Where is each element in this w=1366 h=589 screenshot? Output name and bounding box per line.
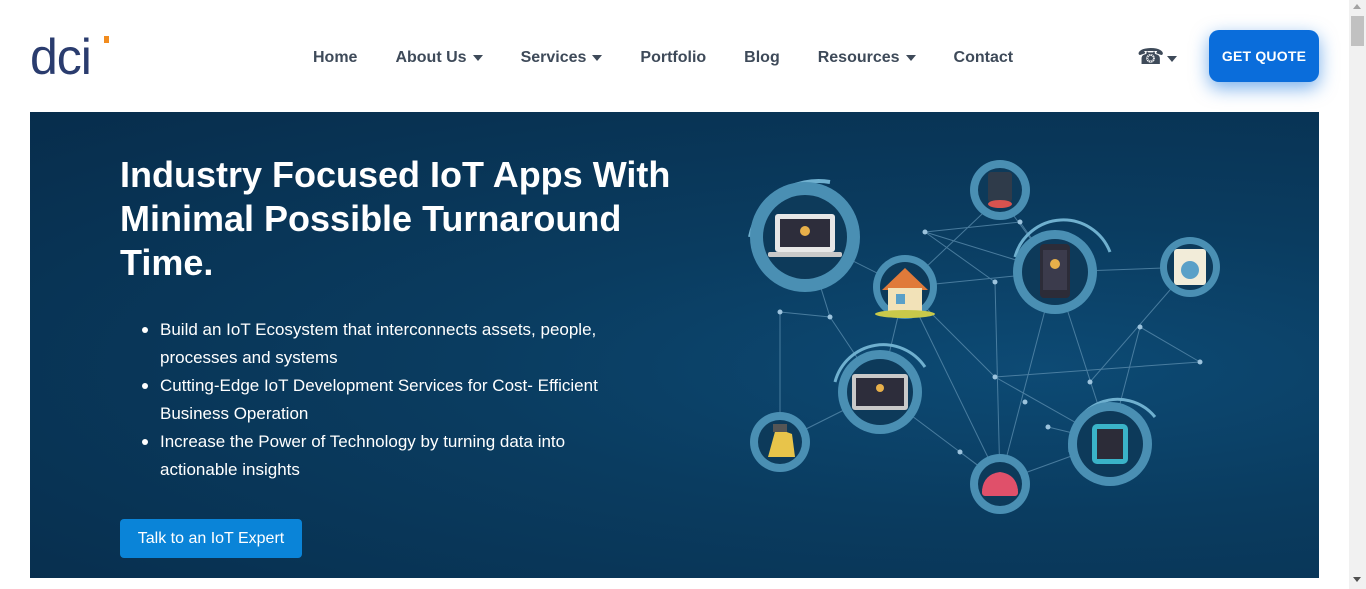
logo-text: dci — [30, 30, 91, 82]
nav-home[interactable]: Home — [313, 49, 357, 67]
nav-label: Services — [520, 49, 587, 66]
nav-services[interactable]: Services — [521, 49, 603, 67]
washing-machine-node-icon — [1160, 237, 1220, 297]
list-item: Increase the Power of Technology by turn… — [142, 428, 630, 484]
logo-accent — [104, 36, 109, 43]
scroll-down-arrow-icon[interactable] — [1353, 577, 1361, 582]
talk-to-expert-button[interactable]: Talk to an IoT Expert — [120, 519, 302, 558]
nav-resources[interactable]: Resources — [818, 49, 916, 67]
iron-node-icon — [750, 412, 810, 472]
coffee-machine-node-icon — [970, 160, 1030, 220]
dci-logo[interactable]: dci — [30, 30, 114, 82]
nav-label: Blog — [744, 49, 780, 66]
site-header: dci Home About Us Services Portfolio Blo… — [0, 0, 1349, 112]
list-item: Build an IoT Ecosystem that interconnect… — [142, 316, 630, 372]
house-node-icon — [873, 255, 937, 319]
caret-down-icon — [472, 55, 483, 61]
smartphone-node-icon — [1013, 218, 1112, 314]
hero-title: Industry Focused IoT Apps With Minimal P… — [120, 154, 671, 283]
nav-label: Portfolio — [640, 49, 707, 66]
hero-bullet-list: Build an IoT Ecosystem that interconnect… — [142, 316, 630, 484]
car-node-icon — [970, 454, 1030, 514]
nav-label: About Us — [395, 49, 467, 66]
phone-dropdown[interactable]: ☎ — [1137, 44, 1178, 69]
caret-down-icon — [905, 55, 916, 61]
smartwatch-node-icon — [1068, 397, 1157, 486]
get-quote-button[interactable]: GET QUOTE — [1209, 30, 1319, 82]
page-scrollbar[interactable] — [1349, 0, 1366, 589]
scroll-up-arrow-icon[interactable] — [1353, 4, 1361, 9]
nav-label: Contact — [953, 49, 1014, 66]
scroll-thumb[interactable] — [1351, 16, 1364, 46]
nav-label: Resources — [817, 49, 900, 66]
nav-blog[interactable]: Blog — [744, 49, 780, 67]
phone-icon: ☎ — [1137, 44, 1165, 69]
tablet-node-icon — [833, 343, 927, 434]
nav-about-us[interactable]: About Us — [395, 49, 483, 67]
laptop-node-icon — [748, 179, 860, 292]
iot-network-illustration — [748, 160, 1220, 514]
list-item: Cutting-Edge IoT Development Services fo… — [142, 372, 630, 428]
caret-down-icon — [592, 55, 603, 61]
nav-portfolio[interactable]: Portfolio — [640, 49, 706, 67]
nav-label: Home — [313, 49, 358, 66]
hero-banner: Industry Focused IoT Apps With Minimal P… — [30, 112, 1319, 578]
nav-contact[interactable]: Contact — [954, 49, 1014, 67]
caret-down-icon — [1167, 56, 1178, 62]
main-nav: Home About Us Services Portfolio Blog Re… — [313, 46, 1051, 70]
